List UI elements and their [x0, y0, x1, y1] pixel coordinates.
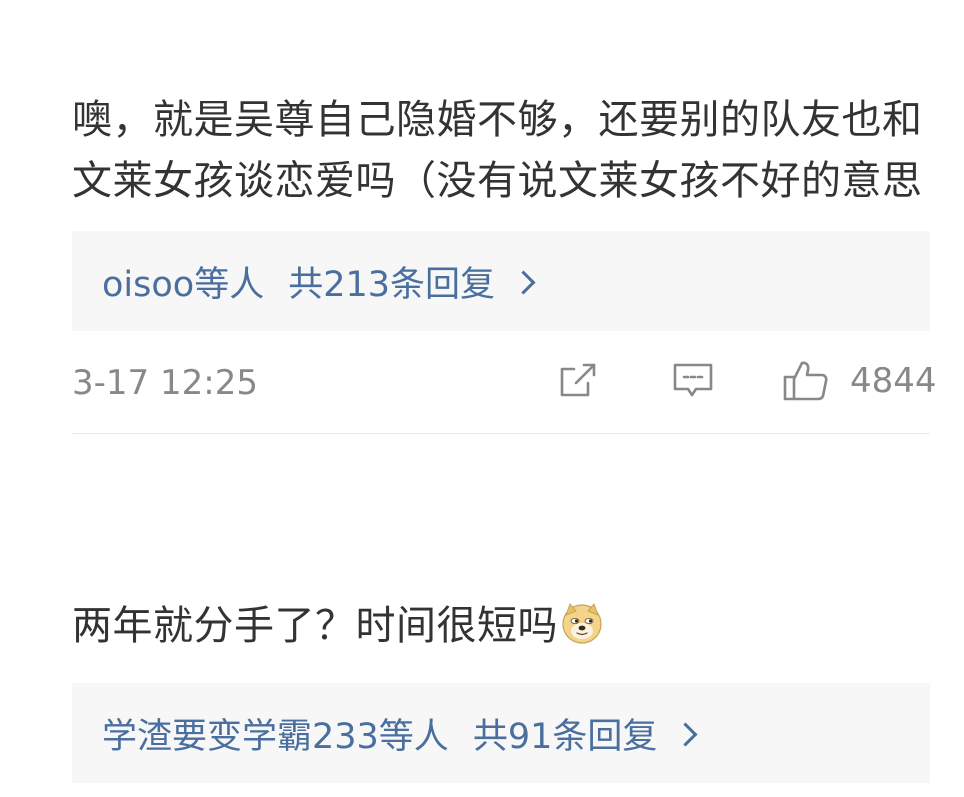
like-icon	[783, 361, 828, 401]
reply-summary[interactable]: oisoo等人 共213条回复	[72, 231, 930, 331]
reply-summary[interactable]: 学渣要变学霸233等人 共91条回复	[72, 683, 930, 783]
comment-text: 噢，就是吴尊自己隐婚不够，还要别的队友也和文莱女孩谈恋爱吗（没有说文莱女孩不好的…	[72, 97, 923, 204]
share-button[interactable]	[558, 361, 600, 401]
comment-text: 两年就分手了？时间很短吗	[72, 596, 930, 657]
comment-text-content: 两年就分手了？时间很短吗	[72, 603, 558, 649]
comment-button[interactable]	[672, 361, 714, 401]
reply-count: 共213条回复	[288, 264, 496, 305]
reply-users: 学渣要变学霸233等人	[102, 716, 449, 757]
chevron-right-icon	[511, 269, 536, 295]
comment-meta: 3-17 12:25 4844	[72, 331, 937, 434]
doge-emoji-icon	[562, 603, 602, 644]
comment-icon	[673, 363, 713, 397]
reply-count: 共91条回复	[472, 716, 658, 757]
share-icon	[560, 363, 596, 397]
like-count: 4844	[850, 361, 937, 401]
comment-timestamp: 3-17 12:25	[72, 363, 258, 403]
chevron-right-icon	[673, 721, 698, 747]
like-button[interactable]: 4844	[782, 361, 937, 401]
reply-users: oisoo等人	[102, 264, 265, 305]
comment-item: 两年就分手了？时间很短吗 学渣要变学霸233等人 共91条回复	[72, 596, 930, 783]
comment-item: 噢，就是吴尊自己隐婚不够，还要别的队友也和文莱女孩谈恋爱吗（没有说文莱女孩不好的…	[72, 90, 937, 434]
